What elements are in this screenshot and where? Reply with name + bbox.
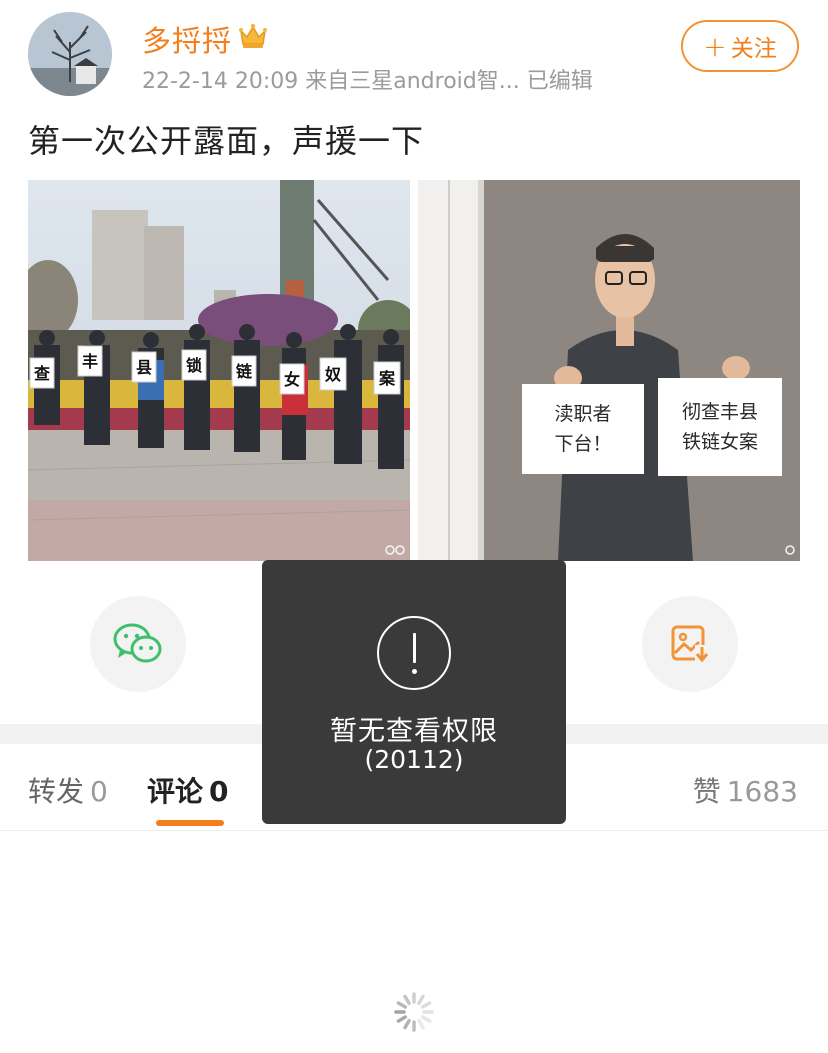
loading-spinner-icon [394, 992, 434, 1032]
tab-repost-label: 转发 [28, 775, 85, 808]
post-text: 第一次公开露面，声援一下 [28, 122, 425, 160]
protest-sign-char: 县 [136, 358, 152, 377]
save-image-icon [671, 625, 709, 663]
sign-text-line: 下台！ [554, 433, 611, 455]
vip-crown-icon [239, 23, 267, 48]
protest-sign-char: 丰 [82, 352, 98, 371]
sign-text-line: 铁链女案 [682, 431, 758, 453]
save-image-button[interactable] [642, 596, 738, 692]
active-tab-indicator [156, 820, 224, 826]
tab-like[interactable]: 赞 1683 [693, 770, 798, 810]
avatar[interactable] [28, 12, 112, 96]
protest-sign-char: 锁 [186, 356, 202, 375]
tab-comment[interactable]: 评论 0 [147, 770, 229, 810]
tab-like-count: 1683 [726, 775, 798, 808]
follow-label: 关注 [730, 36, 777, 62]
share-wechat-button[interactable] [90, 596, 186, 692]
tab-comment-label: 评论 [147, 775, 204, 808]
tab-repost[interactable]: 转发 0 [28, 770, 108, 810]
exclamation-icon [377, 616, 451, 690]
post-image-protest-group[interactable]: 查 丰 县 锁 链 女 奴 案 [28, 180, 410, 561]
sign-text-line: 渎职者 [554, 403, 611, 425]
post-image-sign-holder[interactable]: 渎职者 下台！ 彻查丰县 铁链女案 [418, 180, 800, 561]
toast-message: 暂无查看权限 [330, 716, 498, 747]
tab-repost-count: 0 [90, 775, 108, 808]
plus-icon: + [703, 29, 727, 63]
tab-comment-count: 0 [209, 775, 229, 808]
username[interactable]: 多捋捋 [142, 18, 232, 60]
permission-toast: 暂无查看权限 (20112) [262, 560, 566, 824]
follow-button[interactable]: + 关注 [681, 20, 799, 72]
protest-sign-char: 链 [236, 362, 253, 381]
wechat-icon [113, 623, 162, 663]
protest-sign-char: 女 [284, 370, 300, 389]
protest-sign-char: 查 [34, 364, 50, 383]
protest-sign-char: 奴 [324, 365, 341, 384]
tab-divider [0, 830, 828, 831]
tab-like-label: 赞 [692, 775, 721, 808]
post-meta: 22-2-14 20:09 来自三星android智... 已编辑 [142, 69, 593, 94]
sign-text-line: 彻查丰县 [682, 401, 758, 423]
toast-error-code: (20112) [364, 745, 464, 774]
protest-sign-char: 案 [378, 369, 396, 388]
